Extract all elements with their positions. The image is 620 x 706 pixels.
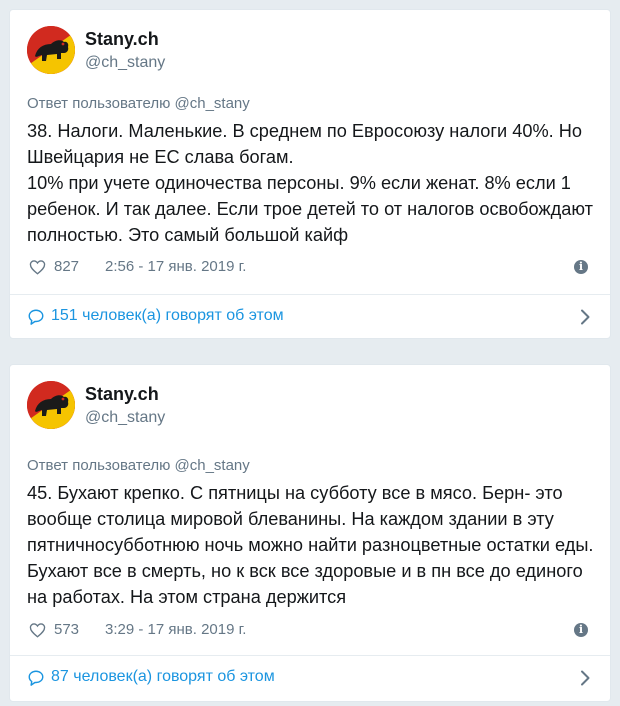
- like-count[interactable]: 827: [54, 258, 79, 275]
- avatar[interactable]: [27, 26, 75, 74]
- tweet-card[interactable]: Stany.ch @ch_stany Ответ пользователю @c…: [9, 364, 611, 702]
- bern-bear-avatar-icon: [27, 26, 75, 74]
- reply-context[interactable]: Ответ пользователю @ch_stany: [27, 457, 250, 474]
- conversation-link[interactable]: 151 человек(а) говорят об этом: [10, 295, 610, 339]
- tweet-text: 38. Налоги. Маленькие. В среднем по Евро…: [27, 121, 593, 245]
- conversation-count[interactable]: 151 человек(а) говорят об этом: [51, 307, 284, 325]
- like-count[interactable]: 573: [54, 621, 79, 638]
- author-name[interactable]: Stany.ch: [85, 384, 159, 405]
- reply-context[interactable]: Ответ пользователю @ch_stany: [27, 95, 250, 112]
- conversation-link[interactable]: 87 человек(а) говорят об этом: [10, 656, 610, 700]
- author-name[interactable]: Stany.ch: [85, 29, 159, 50]
- speech-bubble-icon: [27, 308, 45, 331]
- tweet-timestamp[interactable]: 2:56 - 17 янв. 2019 г.: [105, 258, 246, 275]
- chevron-right-icon[interactable]: [580, 309, 590, 330]
- chevron-right-icon[interactable]: [580, 670, 590, 691]
- tweet-timestamp[interactable]: 3:29 - 17 янв. 2019 г.: [105, 621, 246, 638]
- heart-outline-icon[interactable]: [29, 259, 46, 279]
- bern-bear-avatar-icon: [27, 381, 75, 429]
- avatar[interactable]: [27, 381, 75, 429]
- heart-outline-icon[interactable]: [29, 622, 46, 642]
- author-handle[interactable]: @ch_stany: [85, 54, 165, 72]
- author-handle[interactable]: @ch_stany: [85, 409, 165, 427]
- info-icon[interactable]: i: [574, 260, 588, 274]
- speech-bubble-icon: [27, 669, 45, 692]
- tweet-card[interactable]: Stany.ch @ch_stany Ответ пользователю @c…: [9, 9, 611, 339]
- tweet-text: 45. Бухают крепко. С пятницы на субботу …: [27, 483, 594, 607]
- info-icon[interactable]: i: [574, 623, 588, 637]
- conversation-count[interactable]: 87 человек(а) говорят об этом: [51, 668, 275, 686]
